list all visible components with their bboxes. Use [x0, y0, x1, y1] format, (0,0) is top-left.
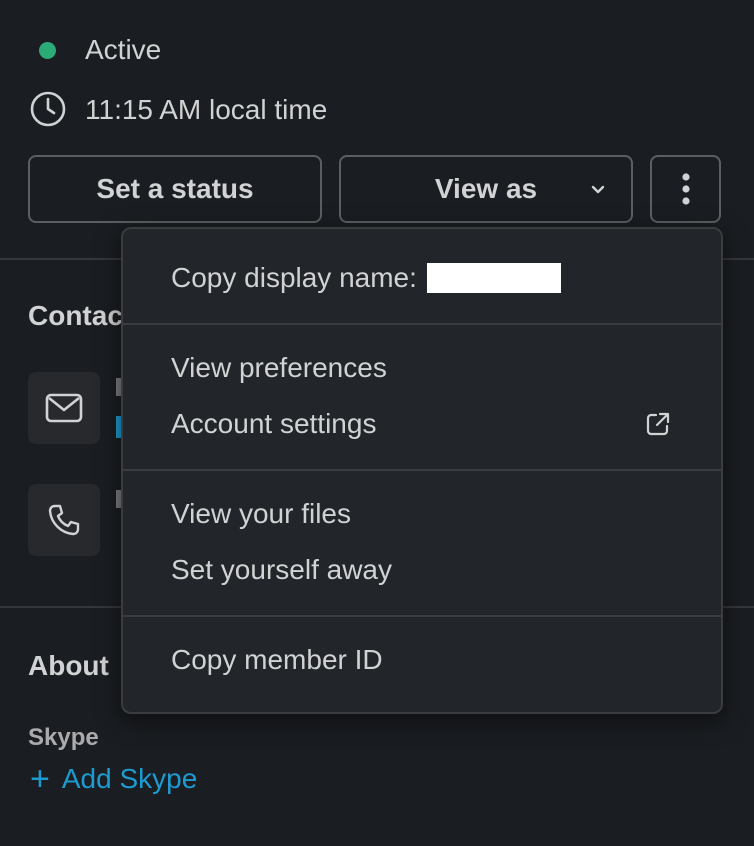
more-actions-menu: Copy display name: View preferences Acco… — [121, 227, 723, 714]
more-actions-button[interactable] — [650, 155, 721, 223]
menu-item-account-settings[interactable]: Account settings — [123, 397, 721, 451]
email-tile — [28, 372, 100, 444]
menu-item-view-preferences[interactable]: View preferences — [123, 341, 721, 395]
presence-status: Active — [85, 34, 162, 65]
menu-item-set-away[interactable]: Set yourself away — [123, 543, 721, 597]
add-skype-label: Add Skype — [61, 763, 198, 794]
menu-item-copy-member-id[interactable]: Copy member ID — [123, 633, 721, 687]
view-as-label: View as — [434, 173, 538, 204]
local-time: 11:15 AM local time — [85, 94, 328, 125]
redacted-display-name — [426, 262, 561, 293]
menu-separator — [123, 615, 721, 617]
set-status-button[interactable]: Set a status — [28, 155, 322, 223]
active-status-dot — [39, 42, 56, 59]
set-status-label: Set a status — [96, 173, 254, 204]
menu-item-copy-display-name[interactable]: Copy display name: — [123, 251, 721, 305]
phone-icon — [48, 504, 80, 536]
skype-label: Skype — [28, 724, 99, 751]
phone-tile — [28, 484, 100, 556]
account-settings-label: Account settings — [171, 408, 377, 439]
more-vertical-icon — [681, 173, 690, 205]
view-as-button[interactable]: View as — [339, 155, 633, 223]
chevron-down-icon — [591, 185, 605, 194]
menu-separator — [123, 323, 721, 325]
about-section-title: About — [28, 650, 109, 681]
menu-item-view-files[interactable]: View your files — [123, 487, 721, 541]
add-skype-link[interactable]: + Add Skype — [30, 760, 197, 798]
menu-separator — [123, 469, 721, 471]
contact-section-title: Contac — [28, 300, 123, 331]
clock-icon — [30, 91, 66, 127]
mail-icon — [45, 393, 83, 423]
plus-icon: + — [30, 760, 50, 798]
copy-display-name-label: Copy display name: — [171, 262, 417, 293]
external-link-icon — [646, 412, 670, 436]
